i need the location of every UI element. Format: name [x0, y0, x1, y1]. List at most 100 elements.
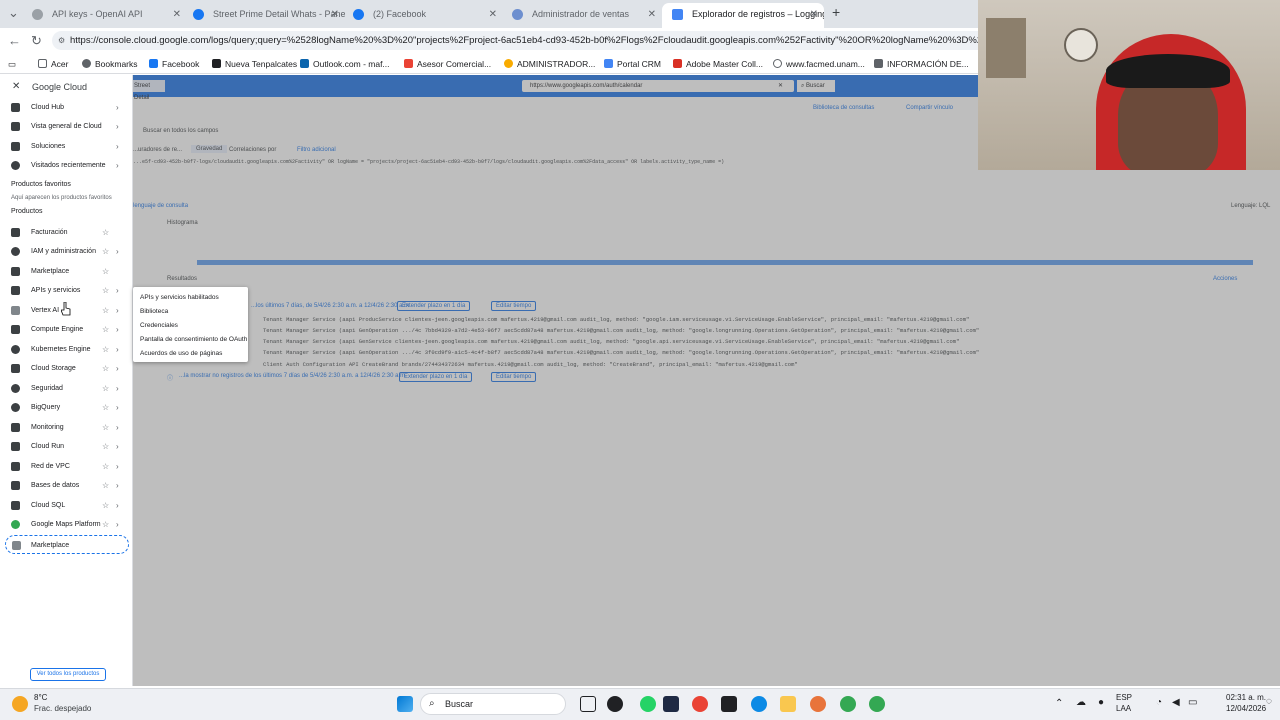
browser-tab-logging[interactable]: Explorador de registros – Logging ✕ [662, 3, 824, 28]
nav-bigquery[interactable]: BigQuery ☆ › [0, 398, 133, 417]
star-icon[interactable]: ☆ [102, 515, 109, 534]
nav-cloud-storage[interactable]: Cloud Storage ☆ › [0, 359, 133, 378]
nav-cloud-overview[interactable]: Vista general de Cloud › [0, 117, 133, 136]
chevron-up-icon[interactable]: ⌃ [1055, 698, 1063, 709]
nav-monitoring[interactable]: Monitoring ☆ › [0, 418, 133, 437]
nav-cloud-run[interactable]: Cloud Run ☆ › [0, 437, 133, 456]
new-tab-button[interactable]: + [832, 4, 840, 20]
submenu-library[interactable]: Biblioteca [140, 308, 168, 315]
task-view-icon[interactable] [580, 696, 596, 712]
star-icon[interactable]: ☆ [102, 379, 109, 398]
star-icon[interactable]: ☆ [102, 320, 109, 339]
star-icon[interactable]: ☆ [102, 418, 109, 437]
taskbar-search-box[interactable]: ⌕ Buscar [420, 693, 566, 715]
bookmark-bookmarks[interactable]: Bookmarks [82, 57, 138, 71]
whatsapp-icon[interactable] [640, 696, 656, 712]
star-icon[interactable]: ☆ [102, 340, 109, 359]
close-icon[interactable]: ✕ [173, 3, 181, 26]
browser-tab-ventas[interactable]: Administrador de ventas ✕ [502, 3, 662, 28]
star-icon[interactable]: ☆ [102, 223, 109, 242]
nav-iam[interactable]: IAM y administración ☆ › [0, 242, 133, 261]
clock-time[interactable]: 02:31 a. m. [1226, 693, 1266, 702]
star-icon[interactable]: ☆ [102, 242, 109, 261]
nav-vpc-network[interactable]: Red de VPC ☆ › [0, 457, 133, 476]
star-icon[interactable]: ☆ [102, 359, 109, 378]
star-icon[interactable]: ☆ [102, 457, 109, 476]
close-icon[interactable]: ✕ [648, 3, 656, 26]
google-cloud-logo[interactable]: Google Cloud [32, 82, 87, 92]
bookmark-facebook[interactable]: Facebook [149, 57, 199, 71]
view-all-products-button[interactable]: Ver todos los productos [30, 668, 106, 681]
star-icon[interactable]: ☆ [102, 496, 109, 515]
nav-apis-services[interactable]: APIs y servicios ☆ › [0, 281, 133, 300]
bookmark-adobe[interactable]: Adobe Master Coll... [673, 57, 763, 71]
star-icon[interactable]: ☆ [102, 281, 109, 300]
app-icon[interactable] [810, 696, 826, 712]
bookmark-asesor[interactable]: Asesor Comercial... [404, 57, 491, 71]
nav-recently-visited[interactable]: Visitados recientemente › [0, 156, 133, 175]
battery-icon[interactable]: ▭ [1188, 697, 1197, 708]
nav-solutions[interactable]: Soluciones › [0, 137, 133, 156]
back-icon[interactable]: ← [8, 33, 21, 48]
bookmark-portal-crm[interactable]: Portal CRM [604, 57, 661, 71]
notifications-icon[interactable]: ◌ [1266, 696, 1272, 707]
bookmark-tenpalcates[interactable]: Nueva Tenpalcates [212, 57, 297, 71]
language-code[interactable]: ESP [1116, 693, 1132, 702]
apps-icon[interactable]: ▭ [8, 57, 16, 71]
nav-google-maps-platform[interactable]: Google Maps Platform ☆ › [0, 515, 133, 534]
terminal-icon[interactable] [721, 696, 737, 712]
submenu-enabled-apis[interactable]: APIs y servicios habilitados [140, 294, 219, 301]
address-bar[interactable]: ⚙ https://console.cloud.google.com/logs/… [52, 31, 992, 50]
bookmark-facmed[interactable]: www.facmed.unam... [773, 57, 865, 71]
app-icon[interactable] [607, 696, 623, 712]
close-icon[interactable]: ✕ [489, 3, 497, 26]
start-icon[interactable] [397, 696, 413, 712]
site-info-icon[interactable]: ⚙ [58, 31, 65, 50]
nav-cloud-sql[interactable]: Cloud SQL ☆ › [0, 496, 133, 515]
star-icon[interactable]: ☆ [102, 398, 109, 417]
star-icon[interactable]: ☆ [102, 437, 109, 456]
chrome-icon[interactable] [869, 696, 885, 712]
compute-icon [11, 325, 20, 334]
browser-tab-street-prime[interactable]: Street Prime Detail Whats - Pane ✕ [183, 3, 345, 28]
nav-security[interactable]: Seguridad ☆ › [0, 379, 133, 398]
nav-label: Soluciones [31, 143, 66, 150]
microphone-icon[interactable]: ● [1098, 697, 1104, 708]
star-icon[interactable]: ☆ [102, 476, 109, 495]
clock-date[interactable]: 12/04/2026 [1226, 704, 1266, 713]
cloud-icon[interactable]: ☁ [1076, 697, 1086, 708]
close-icon[interactable]: ✕ [331, 3, 339, 26]
wifi-icon[interactable]: ◔ [1156, 697, 1162, 708]
language-layout[interactable]: LAA [1116, 704, 1131, 713]
volume-icon[interactable]: ◀ [1172, 697, 1180, 708]
nav-marketplace[interactable]: Marketplace ☆ [0, 262, 133, 281]
star-icon[interactable]: ☆ [102, 301, 109, 320]
weather-icon[interactable] [12, 696, 28, 712]
close-icon[interactable]: ✕ [810, 3, 818, 26]
star-icon[interactable]: ☆ [102, 262, 109, 281]
nav-cloud-hub[interactable]: Cloud Hub › [0, 98, 133, 117]
bookmark-outlook[interactable]: Outlook.com - maf... [300, 57, 390, 71]
browser-tab-openai[interactable]: API keys - OpenAI API ✕ [22, 3, 187, 28]
tab-search-icon[interactable]: ⌄ [8, 5, 19, 21]
nav-databases[interactable]: Bases de datos ☆ › [0, 476, 133, 495]
nav-marketplace-highlighted[interactable]: Marketplace [5, 535, 129, 554]
favorites-heading: Productos favoritos [11, 181, 71, 188]
submenu-credentials[interactable]: Credenciales [140, 322, 178, 329]
chrome-icon[interactable] [692, 696, 708, 712]
bookmark-acer[interactable]: Acer [38, 57, 68, 71]
browser-tab-facebook[interactable]: (2) Facebook ✕ [343, 3, 503, 28]
file-explorer-icon[interactable] [780, 696, 796, 712]
nav-compute-engine[interactable]: Compute Engine ☆ › [0, 320, 133, 339]
submenu-oauth-consent[interactable]: Pantalla de consentimiento de OAuth [140, 336, 247, 343]
nav-kubernetes-engine[interactable]: Kubernetes Engine ☆ › [0, 340, 133, 359]
chrome-icon[interactable] [840, 696, 856, 712]
submenu-page-usage[interactable]: Acuerdos de uso de páginas [140, 350, 222, 357]
app-a-icon[interactable] [663, 696, 679, 712]
close-icon[interactable]: ✕ [12, 81, 20, 92]
bookmark-administrador[interactable]: ADMINISTRADOR... [504, 57, 595, 71]
bookmark-informacion[interactable]: INFORMACIÓN DE... [874, 57, 969, 71]
nav-billing[interactable]: Facturación ☆ [0, 223, 133, 242]
reload-icon[interactable]: ↻ [31, 33, 42, 49]
edge-icon[interactable] [751, 696, 767, 712]
